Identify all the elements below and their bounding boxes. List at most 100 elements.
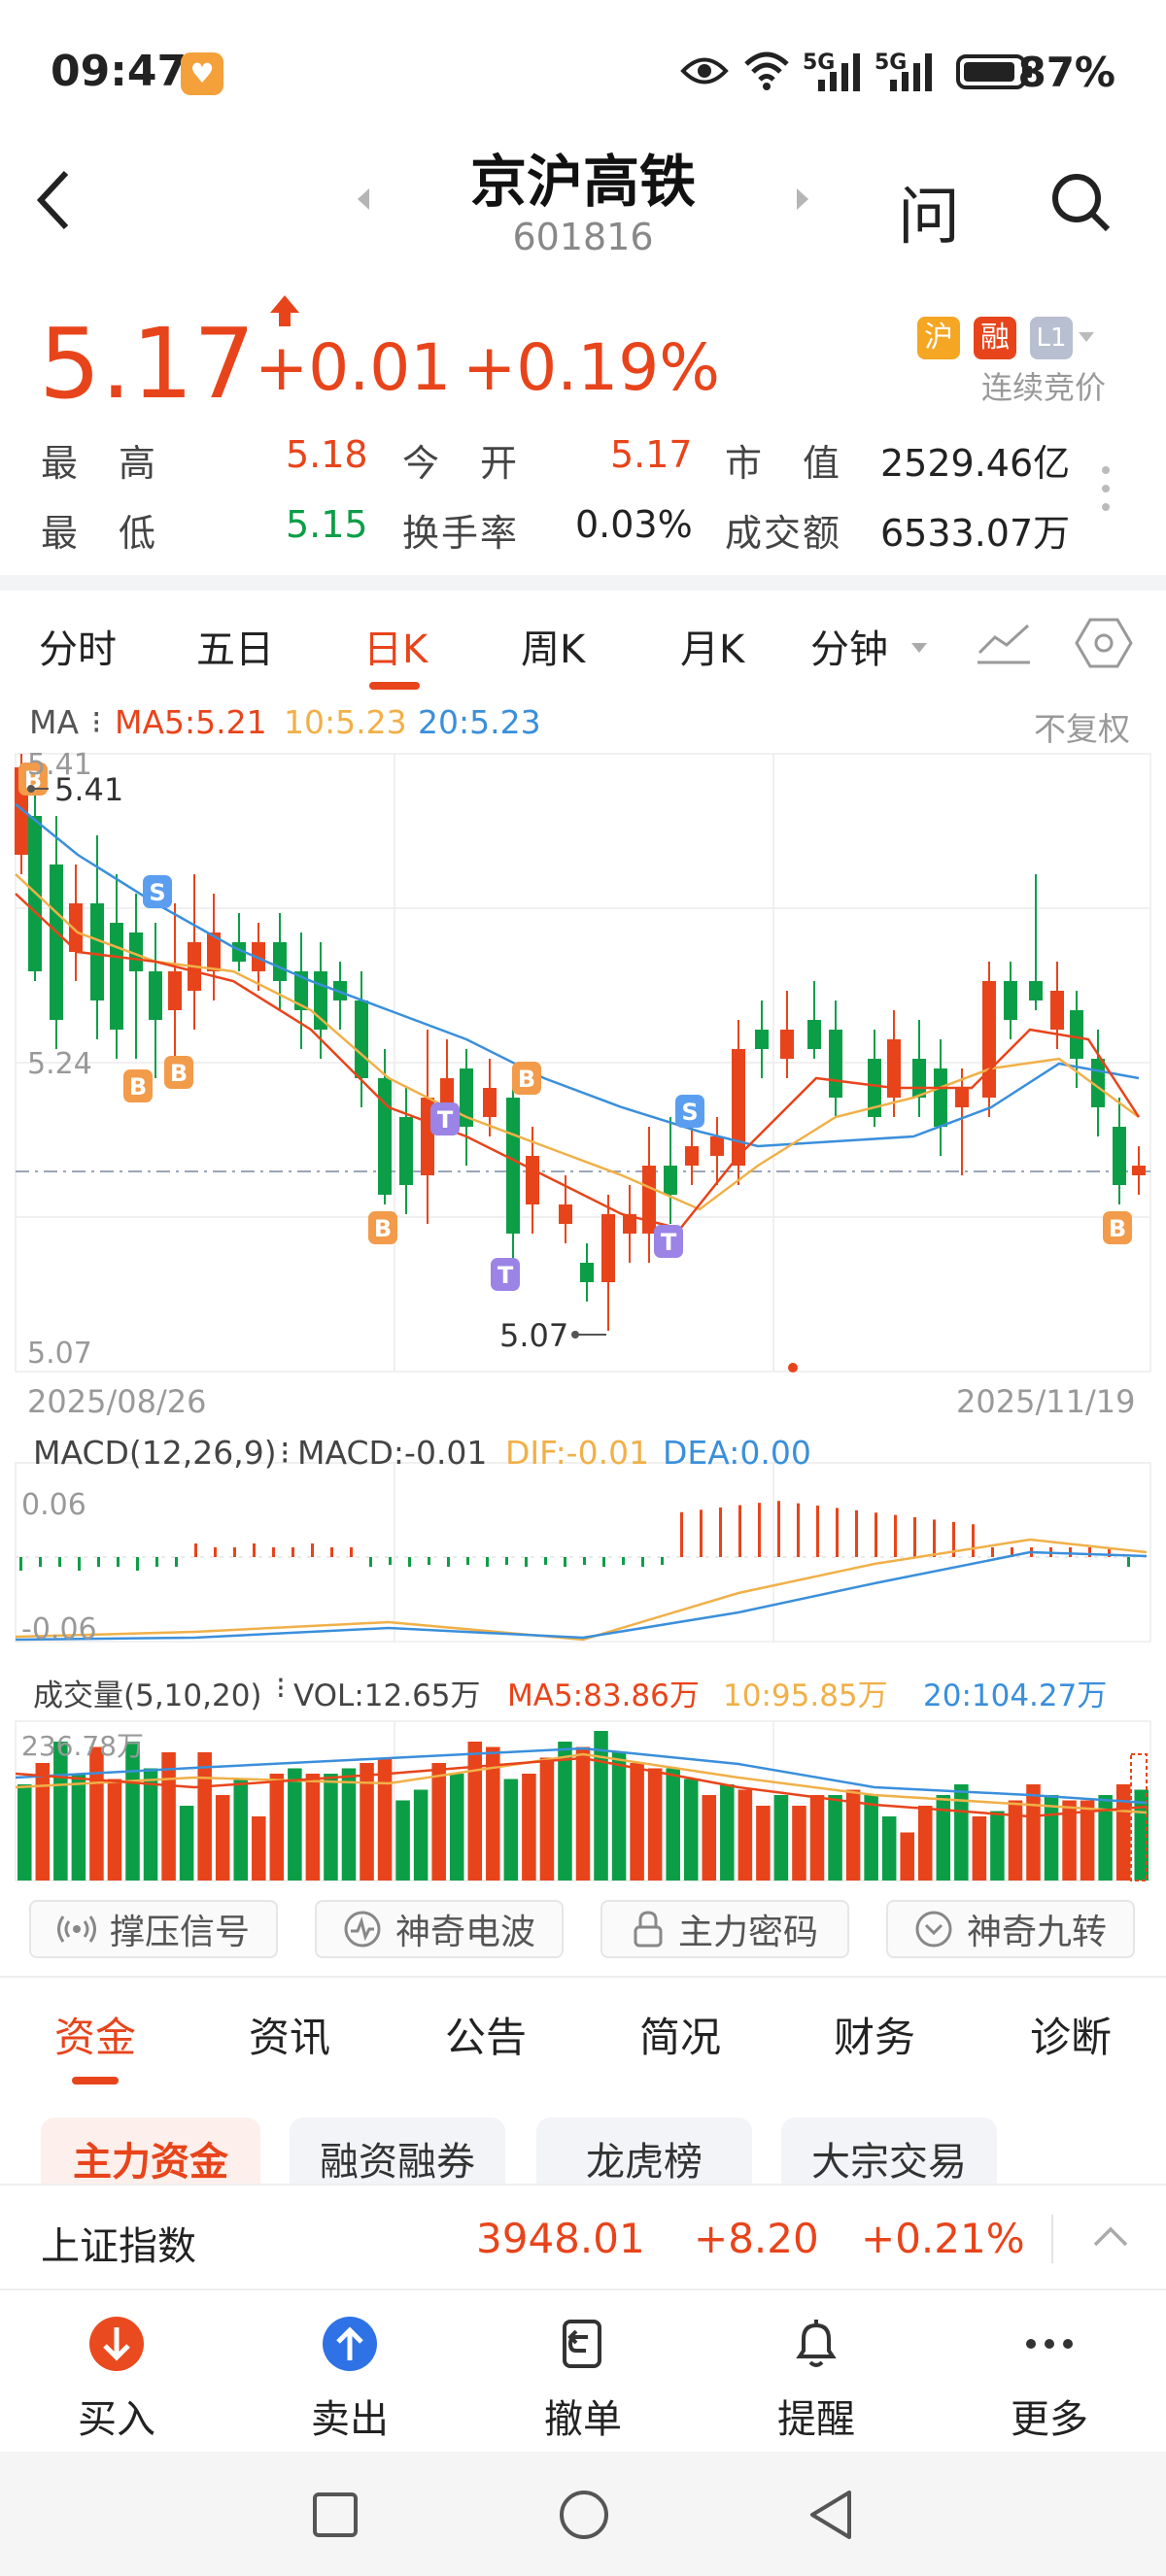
volume-bar [558,1742,572,1881]
volume-y-top: 236.78万 [21,1730,144,1762]
volume-bar [881,1816,897,1881]
macd-bar [816,1506,819,1557]
dea-value: DEA:0.00 [663,1434,811,1472]
tab-news[interactable]: 资讯 [249,2005,330,2064]
macd-bar [233,1547,236,1557]
badge-dropdown-icon[interactable] [1077,330,1096,344]
price-up-arrow-icon [270,295,299,326]
tab-funds[interactable]: 资金 [54,2005,136,2064]
ma5-value: MA5:5.21 [115,703,267,741]
next-stock-icon[interactable] [793,186,812,212]
vol-ma5-value: MA5:83.86万 [507,1678,700,1713]
macd-bar [78,1557,81,1571]
index-ticker-bar[interactable]: 上证指数 3948.01 +8.20 +0.21% [0,2184,1166,2290]
volume-bar [71,1774,86,1881]
volume-bar [539,1757,555,1881]
indicator-overlay-icon[interactable] [974,618,1034,666]
nav-cancel-order[interactable]: 撤单 [505,2314,661,2444]
high-label: 最 高 [41,442,158,485]
amount-label: 成交额 [725,512,842,555]
stock-name: 京沪高铁 [469,149,696,215]
macd-bar [486,1557,489,1567]
search-icon[interactable] [1049,171,1112,233]
magic-nine-label: 神奇九转 [966,1913,1107,1952]
volume-bar [575,1746,591,1881]
volume-label[interactable]: 成交量(5,10,20) [33,1671,262,1714]
ma-label[interactable]: MA [29,703,79,741]
low-value: 5.15 [286,503,368,546]
lock-icon [634,1911,663,1948]
macd-separator: ⁝ [280,1434,291,1472]
nav-alert-label: 提醒 [777,2397,855,2442]
candle [333,962,347,1030]
minute-dropdown-icon[interactable] [909,641,929,655]
tab-announcements[interactable]: 公告 [445,2005,527,2064]
macd-bar [680,1511,683,1557]
candle [399,1088,413,1214]
turnover-value: 0.03% [575,503,693,546]
tab-monthly-k[interactable]: 月K [680,618,744,674]
candle [69,864,83,981]
support-resistance-button[interactable]: 撑压信号 [29,1900,278,1958]
tab-diagnosis[interactable]: 诊断 [1030,2005,1112,2064]
candle [982,962,996,1117]
candle [207,894,221,1000]
nav-buy[interactable]: 买入 [39,2314,194,2444]
sell-arrow-icon [323,2317,377,2371]
macd-bar [311,1543,314,1557]
status-bar: 09:47 ♥ 5G 5G 87% [0,0,1166,146]
volume-bar [737,1789,753,1881]
more-dots-icon [1026,2339,1073,2349]
magic-nine-button[interactable]: 神奇九转 [886,1900,1135,1958]
svg-text:T: T [661,1229,677,1256]
svg-text:B: B [1109,1215,1126,1242]
tab-daily-k[interactable]: 日K [363,618,428,674]
macd-bar [408,1557,411,1567]
volume-bar [702,1795,717,1881]
volume-bar [107,1779,122,1881]
svg-text:B: B [170,1060,188,1087]
support-resistance-label: 撑压信号 [109,1913,250,1952]
macd-bar [369,1557,372,1567]
macd-label[interactable]: MACD(12,26,9) [33,1434,277,1472]
more-vertical-icon[interactable] [1100,464,1112,513]
tab-weekly-k[interactable]: 周K [521,618,585,674]
system-back-icon[interactable] [806,2489,855,2541]
dif-line [15,1538,1148,1642]
adjust-mode[interactable]: 不复权 [1034,703,1130,750]
nav-sell[interactable]: 卖出 [272,2314,428,2444]
home-icon[interactable] [558,2489,610,2541]
chevron-circle-icon [915,1911,952,1948]
tab-profile[interactable]: 简况 [639,2005,721,2064]
signal-marker-t: T [654,1225,683,1258]
magic-wave-button[interactable]: 神奇电波 [315,1900,564,1958]
tab-minute[interactable]: 分钟 [810,618,888,674]
volume-bar [666,1768,680,1881]
amount-value: 6533.07万 [880,512,1071,555]
main-force-code-label: 主力密码 [677,1913,818,1952]
nav-more[interactable]: 更多 [972,2314,1127,2444]
kline-chart-area[interactable]: BSB BTBTBST B [0,748,1166,1890]
nav-alert[interactable]: 提醒 [738,2314,894,2444]
macd-bar [525,1557,528,1567]
ma10-value: 10:5.23 [284,703,407,741]
ask-button[interactable]: 问 [898,167,960,256]
bell-icon [796,2320,837,2367]
chevron-up-icon[interactable] [1092,2224,1129,2248]
volume-bar [467,1742,483,1881]
signal-marker-b: B [123,1069,153,1102]
volume-bar [413,1789,429,1881]
chart-settings-icon[interactable] [1075,616,1133,670]
volume-bar [972,1816,987,1881]
volume-bar [522,1774,536,1881]
badge-l1[interactable]: L1 [1030,317,1073,359]
tab-five-day[interactable]: 五日 [196,618,274,674]
macd-bar [1069,1547,1072,1557]
mcap-value: 2529.46亿 [880,442,1071,485]
tab-intraday[interactable]: 分时 [39,618,117,674]
main-force-code-button[interactable]: 主力密码 [600,1900,849,1958]
volume-bar [594,1731,608,1881]
tab-financials[interactable]: 财务 [834,2005,915,2064]
signal-marker-t: T [430,1102,460,1135]
recent-apps-icon[interactable] [311,2491,360,2539]
